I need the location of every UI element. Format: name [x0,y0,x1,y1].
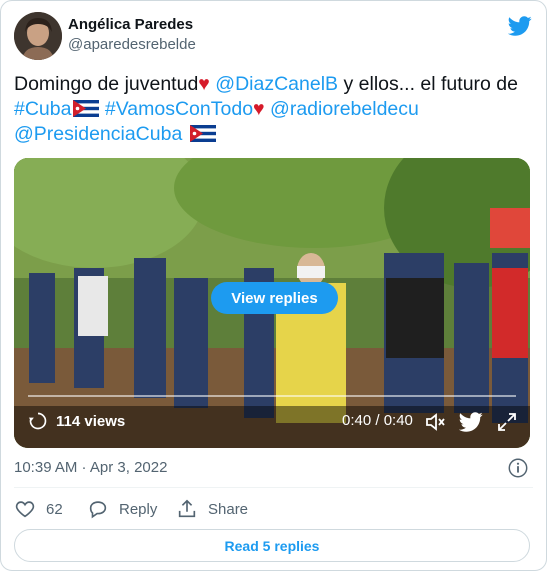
tweet-header: Angélica Paredes @aparedesrebelde [14,12,534,60]
heart-icon: ♥ [198,73,210,95]
reply-icon [89,501,107,519]
cuba-flag-icon [73,100,100,117]
share-label: Share [208,500,249,518]
tweet-timestamp[interactable]: 10:39 AM · Apr 3, 2022 [14,459,167,476]
mention-link[interactable]: @DiazCanelB [215,73,338,95]
author-handle[interactable]: @aparedesrebelde [68,35,196,55]
like-count: 62 [46,500,63,518]
cuba-flag-icon [189,125,216,142]
hashtag-link[interactable]: #VamosConTodo [105,98,253,120]
views-icon [28,412,47,430]
tweet-text: Domingo de juventud♥ @DiazCanelB y ellos… [14,72,534,147]
volume-icon[interactable] [423,410,447,434]
heart-icon [15,501,35,518]
reply-label: Reply [119,500,158,518]
heart-icon: ♥ [253,98,265,120]
expand-icon[interactable] [495,410,519,434]
hashtag-link[interactable]: #Cuba [14,98,71,120]
tweet-text-part: y ellos... el futuro de [338,73,518,95]
views-label: 114 views [56,412,126,430]
mention-link[interactable]: @PresidenciaCuba [14,123,182,145]
author-block[interactable]: Angélica Paredes @aparedesrebelde [68,15,196,55]
mention-link[interactable]: @radiorebeldecu [270,98,419,120]
author-name[interactable]: Angélica Paredes [68,15,196,35]
video-player[interactable]: View replies 114 views 0:40 / 0:40 [14,158,530,448]
share-icon [178,499,196,518]
reply-button[interactable]: Reply [87,498,157,520]
views-count: 114 views [28,411,125,431]
divider [14,487,533,488]
view-replies-button[interactable]: View replies [211,282,338,314]
video-controls: 114 views 0:40 / 0:40 [14,398,530,448]
video-progress-bar[interactable] [28,395,516,397]
twitter-bird-icon[interactable] [508,14,532,38]
tweet-text-part: Domingo de juventud [14,73,199,95]
twitter-logo-icon[interactable] [459,410,483,434]
share-button[interactable]: Share [176,498,248,520]
avatar[interactable] [14,12,62,60]
tweet-card: Angélica Paredes @aparedesrebelde Doming… [0,0,547,571]
like-button[interactable]: 62 [14,498,63,520]
video-time: 0:40 / 0:40 [342,412,413,429]
read-replies-button[interactable]: Read 5 replies [14,529,530,562]
info-icon[interactable] [507,457,529,479]
